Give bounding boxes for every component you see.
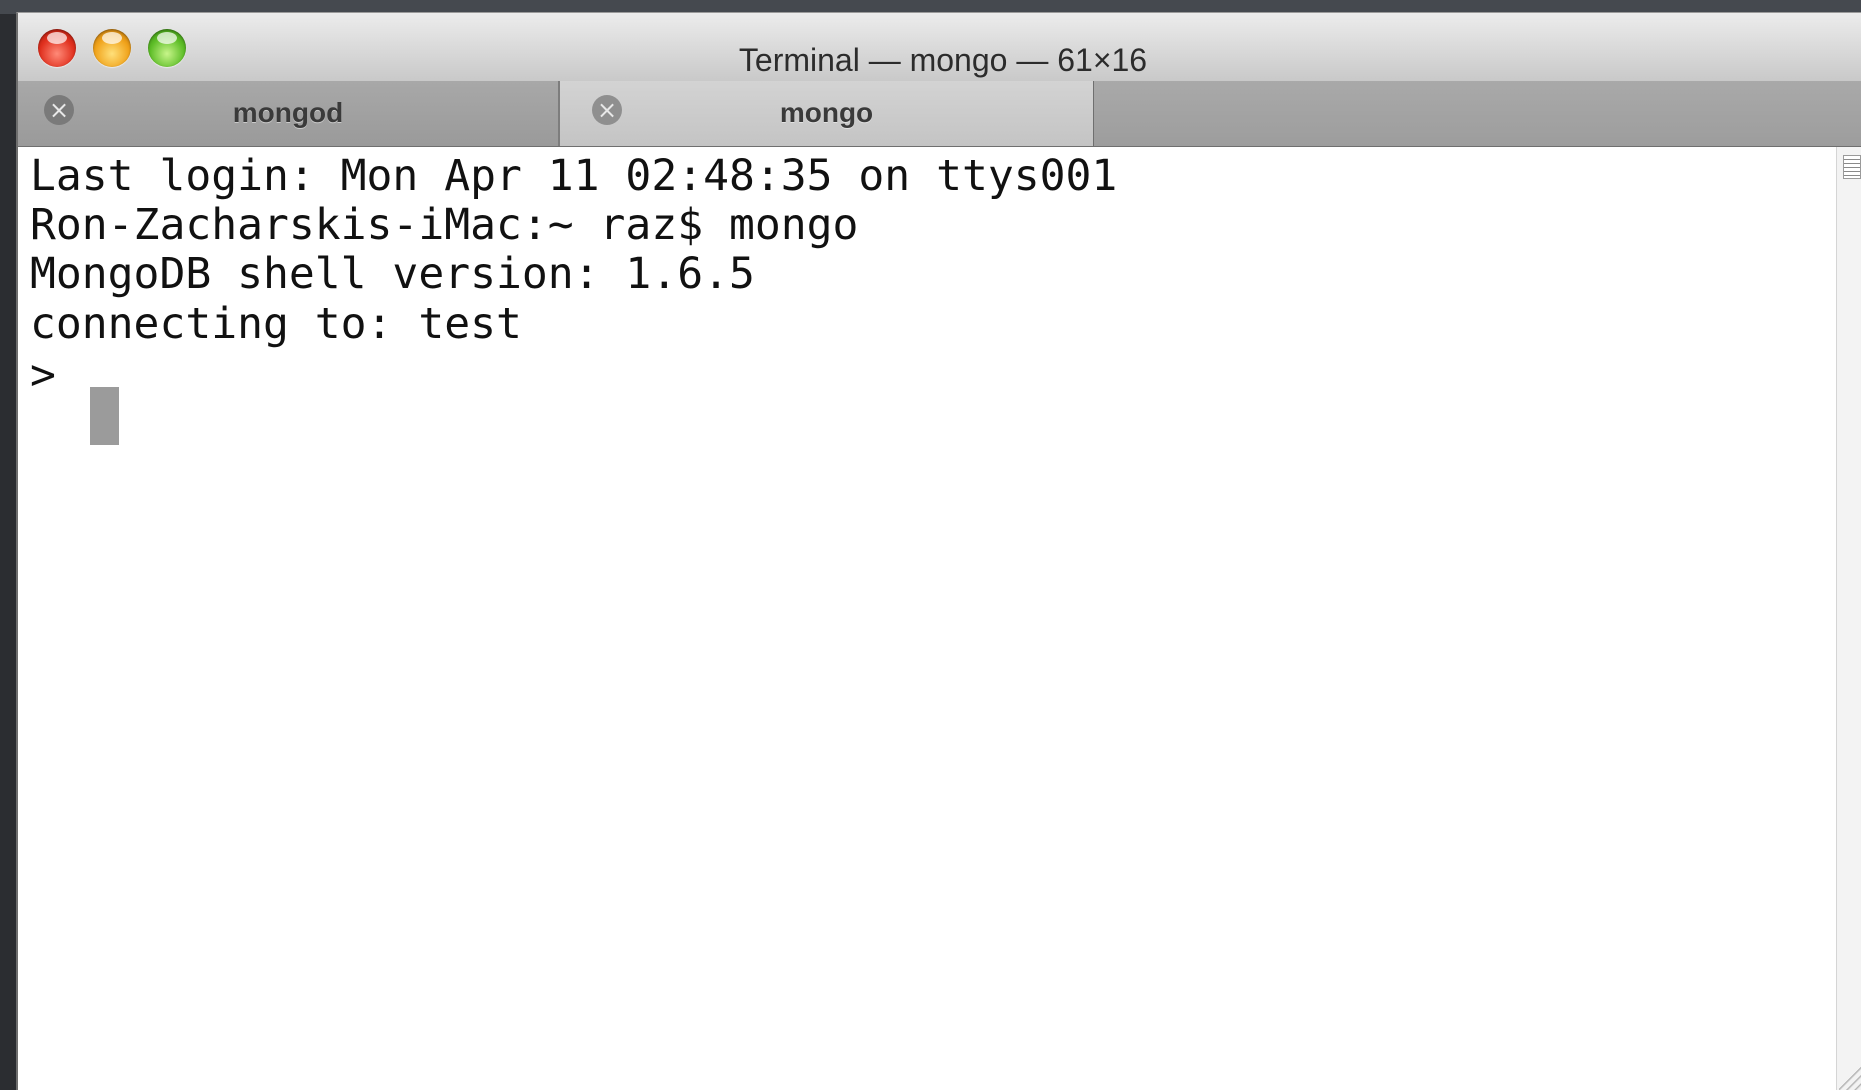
shell-prompt: >: [30, 350, 82, 400]
terminal-line: Last login: Mon Apr 11 02:48:35 on ttys0…: [30, 151, 1118, 201]
tab-label: mongo: [779, 97, 874, 128]
tab-label: mongod: [232, 97, 344, 128]
split-pane-icon[interactable]: [1843, 155, 1861, 179]
resize-grip-icon[interactable]: [1839, 1067, 1861, 1090]
text-cursor: [90, 387, 119, 445]
terminal-line: Ron-Zacharskis-iMac:~ raz$ mongo: [30, 200, 859, 250]
terminal-line: MongoDB shell version: 1.6.5: [30, 249, 755, 299]
tab-mongo[interactable]: × mongo: [559, 81, 1094, 146]
terminal-output[interactable]: Last login: Mon Apr 11 02:48:35 on ttys0…: [18, 147, 1836, 1090]
vertical-scrollbar[interactable]: [1836, 147, 1861, 1090]
tab-bar: × mongod × mongo: [18, 81, 1861, 147]
tab-mongod[interactable]: × mongod: [18, 81, 559, 146]
window-title: Terminal — mongo — 61×16: [738, 42, 1148, 78]
terminal-window: Terminal — mongo — 61×16 × mongod × mong…: [16, 12, 1861, 1090]
terminal-line: connecting to: test: [30, 299, 522, 349]
title-bar[interactable]: Terminal — mongo — 61×16: [18, 13, 1861, 81]
